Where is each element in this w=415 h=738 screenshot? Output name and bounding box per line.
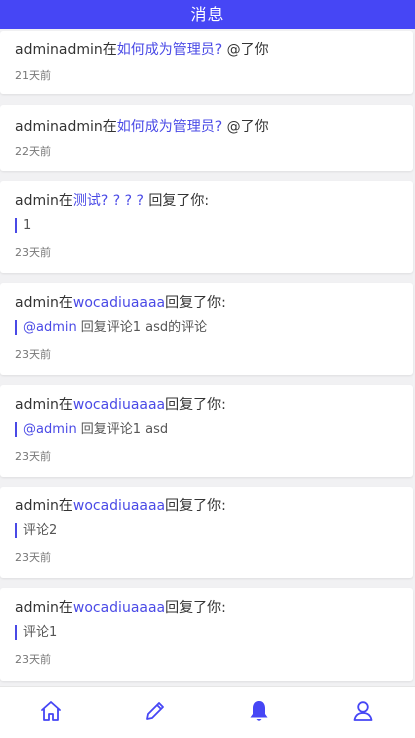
message-text: adminadmin在如何成为管理员? @了你 xyxy=(15,39,269,59)
tab-home[interactable] xyxy=(37,697,65,725)
message-action: 回复了你: xyxy=(148,193,210,209)
page-title: 消息 xyxy=(190,5,225,24)
pencil-icon xyxy=(146,702,164,720)
message-user: admin xyxy=(15,600,59,616)
post-link[interactable]: 如何成为管理员? xyxy=(117,42,222,58)
post-link[interactable]: wocadiuaaaa xyxy=(73,600,165,616)
bell-icon xyxy=(250,701,268,721)
message-time: 23天前 xyxy=(15,653,51,666)
message-in: 在 xyxy=(102,119,117,135)
tab-notifications[interactable] xyxy=(245,697,273,725)
message-user: admin xyxy=(15,295,59,311)
message-item[interactable]: adminadmin在如何成为管理员? @了你 21天前 xyxy=(0,31,413,94)
post-link[interactable]: wocadiuaaaa xyxy=(73,397,165,413)
message-item[interactable]: adminadmin在如何成为管理员? @了你 22天前 xyxy=(0,105,413,171)
message-time: 23天前 xyxy=(15,450,51,463)
message-item[interactable]: admin在wocadiuaaaa回复了你: @admin 回复评论1 asd 2… xyxy=(0,385,413,477)
message-text: adminadmin在如何成为管理员? @了你 xyxy=(15,116,269,136)
message-time: 21天前 xyxy=(15,69,51,82)
tab-profile[interactable] xyxy=(349,697,377,725)
reply-text: 回复评论1 asd xyxy=(80,422,169,437)
post-link[interactable]: 如何成为管理员? xyxy=(117,119,222,135)
message-time: 23天前 xyxy=(15,551,51,564)
message-in: 在 xyxy=(58,600,73,616)
post-link[interactable]: wocadiuaaaa xyxy=(73,498,165,514)
reply-text: 评论2 xyxy=(23,523,58,538)
home-icon xyxy=(41,701,61,721)
reply-text: 评论1 xyxy=(23,625,58,640)
tab-write[interactable] xyxy=(141,697,169,725)
message-user: adminadmin xyxy=(15,119,103,135)
message-text: admin在wocadiuaaaa回复了你: xyxy=(15,495,226,515)
message-action: @了你 xyxy=(222,119,269,135)
message-in: 在 xyxy=(102,42,117,58)
message-item[interactable]: admin在测试? ? ? ? 回复了你: 1 23天前 xyxy=(0,181,413,273)
message-text: admin在wocadiuaaaa回复了你: xyxy=(15,394,226,414)
post-link[interactable]: wocadiuaaaa xyxy=(73,295,165,311)
message-action: 回复了你: xyxy=(165,397,226,413)
message-item[interactable]: admin在wocadiuaaaa回复了你: 评论2 23天前 xyxy=(0,487,413,578)
reply-mention[interactable]: @admin xyxy=(23,422,77,437)
message-text: admin在wocadiuaaaa回复了你: xyxy=(15,597,226,617)
user-icon xyxy=(353,701,373,721)
message-text: admin在测试? ? ? ? 回复了你: xyxy=(15,190,209,210)
message-text: admin在wocadiuaaaa回复了你: xyxy=(15,292,226,312)
reply-mention[interactable]: @admin xyxy=(23,320,77,335)
message-action: 回复了你: xyxy=(165,498,226,514)
message-user: adminadmin xyxy=(15,42,103,58)
message-action: 回复了你: xyxy=(165,295,226,311)
message-in: 在 xyxy=(58,397,73,413)
reply-quote: 评论2 xyxy=(15,523,57,538)
message-item[interactable]: admin在wocadiuaaaa回复了你: @admin 回复评论1 asd的评… xyxy=(0,283,413,375)
bottom-tab-bar xyxy=(0,686,415,738)
message-time: 23天前 xyxy=(15,246,51,259)
message-user: admin xyxy=(15,193,59,209)
post-link[interactable]: 测试? ? ? ? xyxy=(73,193,149,209)
message-item[interactable]: admin在wocadiuaaaa回复了你: 评论1 23天前 xyxy=(0,588,413,681)
message-time: 23天前 xyxy=(15,348,51,361)
reply-text: 回复评论1 asd的评论 xyxy=(80,320,208,335)
page-header: 消息 xyxy=(0,0,415,29)
message-time: 22天前 xyxy=(15,145,51,158)
message-user: admin xyxy=(15,397,59,413)
message-action: @了你 xyxy=(222,42,269,58)
message-in: 在 xyxy=(58,193,73,209)
message-in: 在 xyxy=(58,295,73,311)
message-action: 回复了你: xyxy=(165,600,226,616)
reply-quote: 1 xyxy=(15,218,31,233)
message-in: 在 xyxy=(58,498,73,514)
reply-text: 1 xyxy=(23,218,32,233)
reply-quote: @admin 回复评论1 asd的评论 xyxy=(15,320,207,335)
reply-quote: 评论1 xyxy=(15,625,57,640)
message-user: admin xyxy=(15,498,59,514)
reply-quote: @admin 回复评论1 asd xyxy=(15,422,168,437)
